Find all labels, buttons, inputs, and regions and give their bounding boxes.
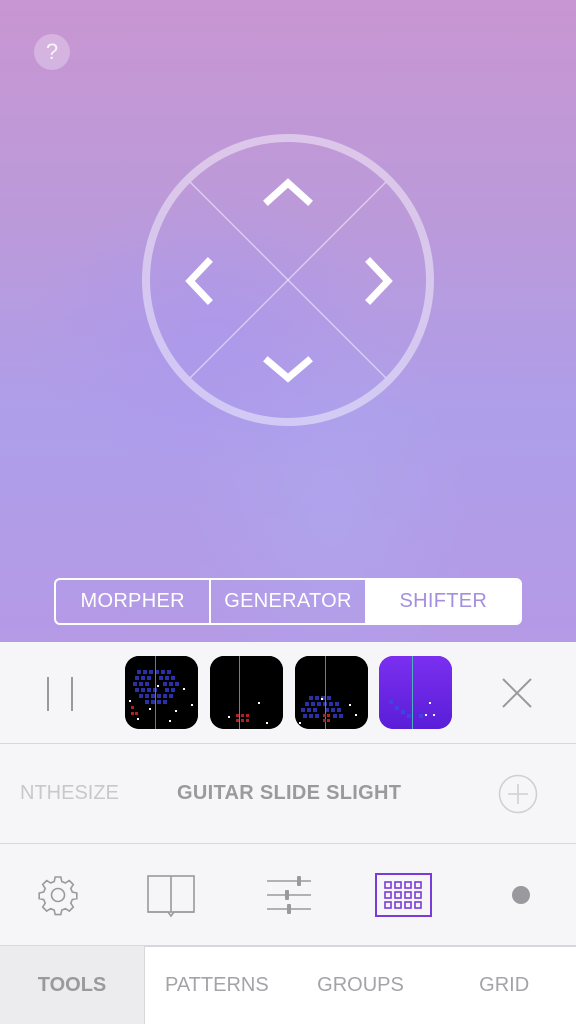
tab-grid[interactable]: GRID <box>432 947 576 1024</box>
tool-icons-row <box>0 844 576 946</box>
tab-sheet: PATTERNS GROUPS GRID <box>144 946 576 1024</box>
chevron-down-icon[interactable] <box>263 356 313 383</box>
direction-pad[interactable] <box>138 130 438 430</box>
tab-bar: TOOLS PATTERNS GROUPS GRID <box>0 946 576 1024</box>
sliders-icon[interactable] <box>264 872 314 918</box>
shifter-stage: ? MORPHER GENERATOR SHIFTER <box>0 0 576 642</box>
pattern-thumbnail[interactable] <box>210 656 283 729</box>
add-circle-icon[interactable] <box>498 774 538 814</box>
direction-pad-ring <box>142 134 434 426</box>
pause-icon[interactable] <box>47 677 75 711</box>
close-icon[interactable] <box>500 676 534 710</box>
chevron-left-icon[interactable] <box>185 257 213 305</box>
grid-icon[interactable] <box>375 872 433 918</box>
preset-current[interactable]: GUITAR SLIDE SLIGHT <box>177 782 401 805</box>
tab-groups[interactable]: GROUPS <box>289 947 433 1024</box>
mode-generator[interactable]: GENERATOR <box>209 580 364 623</box>
chevron-up-icon[interactable] <box>263 178 313 206</box>
pattern-thumbnail[interactable] <box>379 656 452 729</box>
gear-icon[interactable] <box>33 872 83 918</box>
preset-previous[interactable]: NTHESIZE <box>20 782 132 805</box>
record-dot-icon[interactable] <box>496 872 546 918</box>
help-button[interactable]: ? <box>34 34 70 70</box>
book-icon[interactable] <box>146 872 196 918</box>
tab-tools[interactable]: TOOLS <box>0 946 144 1024</box>
chevron-right-icon[interactable] <box>365 257 393 305</box>
mode-morpher[interactable]: MORPHER <box>56 580 209 623</box>
bottom-panel: NTHESIZE GUITAR SLIDE SLIGHT TOOLS PATTE… <box>0 642 576 1024</box>
tab-patterns[interactable]: PATTERNS <box>145 947 289 1024</box>
preset-selector: NTHESIZE GUITAR SLIDE SLIGHT <box>0 744 576 844</box>
mode-shifter[interactable]: SHIFTER <box>364 580 520 623</box>
pattern-strip <box>0 642 576 744</box>
pattern-thumbnail[interactable] <box>125 656 198 729</box>
mode-selector: MORPHER GENERATOR SHIFTER <box>54 578 522 625</box>
pattern-thumbnail[interactable] <box>295 656 368 729</box>
